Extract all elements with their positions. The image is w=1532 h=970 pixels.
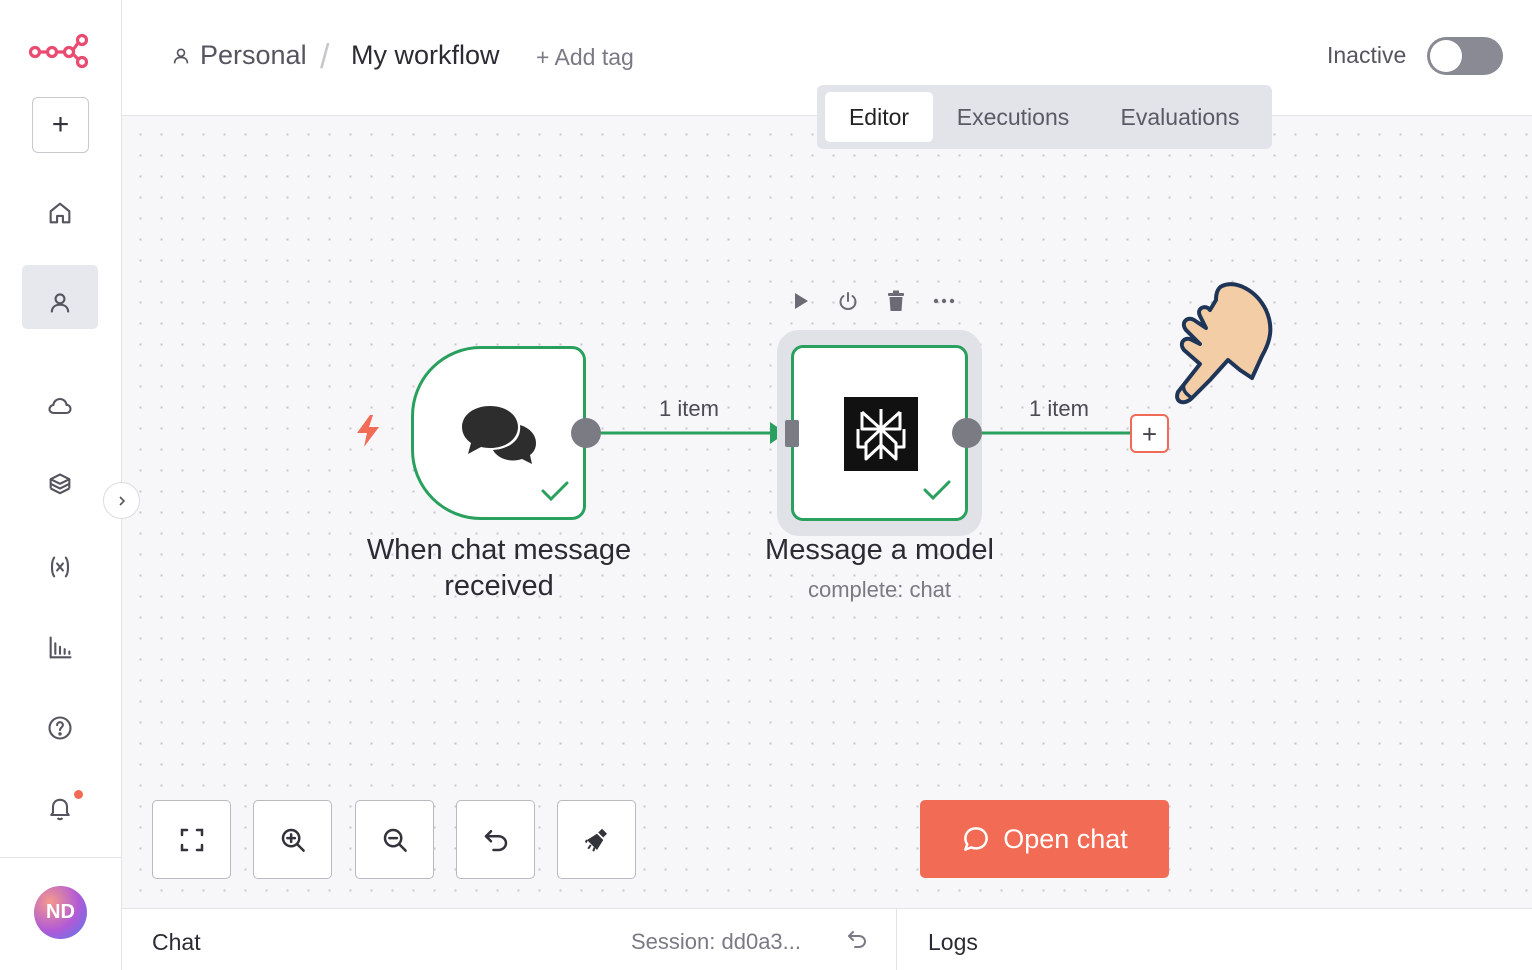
user-icon[interactable]	[30, 278, 90, 328]
breadcrumb-separator: /	[320, 38, 330, 76]
chat-bubble-icon	[964, 827, 989, 851]
panel-divider	[896, 909, 897, 970]
logs-panel-title[interactable]: Logs	[928, 929, 978, 956]
node-label-line-1: When chat message	[366, 534, 632, 566]
power-icon[interactable]	[837, 290, 859, 317]
chat-panel-title[interactable]: Chat	[152, 929, 201, 956]
open-chat-button[interactable]: Open chat	[920, 800, 1169, 878]
output-handle[interactable]	[952, 418, 982, 448]
add-tag-button[interactable]: + Add tag	[536, 44, 634, 71]
cloud-icon[interactable]	[30, 381, 90, 431]
tab-evaluations[interactable]: Evaluations	[1097, 92, 1263, 142]
notification-dot	[74, 790, 83, 799]
zoom-out-icon	[383, 828, 407, 852]
zoom-in-icon	[281, 828, 305, 852]
view-tabs: Editor Executions Evaluations	[817, 85, 1272, 149]
breadcrumb-project-label: Personal	[200, 40, 307, 70]
bottom-panel: Chat Session: dd0a3... Logs	[122, 908, 1532, 970]
tidy-up-icon	[584, 828, 607, 852]
node-chat-trigger[interactable]	[411, 346, 586, 520]
node-message-model-subtitle: complete: chat	[807, 577, 952, 602]
chevron-right-icon[interactable]	[103, 482, 140, 519]
node-message-model-label: Message a model	[765, 534, 994, 566]
edge-label-2: 1 item	[1029, 396, 1089, 421]
add-node-button[interactable]: +	[1130, 414, 1169, 453]
session-id: Session: dd0a3...	[631, 929, 802, 954]
home-icon[interactable]	[30, 188, 90, 238]
input-handle[interactable]	[785, 420, 799, 447]
help-icon[interactable]	[30, 703, 90, 753]
output-handle[interactable]	[571, 418, 601, 448]
reset-session-icon[interactable]	[845, 927, 869, 956]
lightning-icon	[354, 414, 382, 453]
pointer-hand-icon	[1170, 280, 1275, 417]
success-check-icon	[922, 478, 952, 507]
chat-bubbles-icon	[460, 403, 538, 472]
reset-zoom-icon	[484, 829, 507, 851]
box-icon[interactable]	[30, 460, 90, 510]
fit-view-icon	[180, 828, 203, 851]
n8n-logo-icon[interactable]	[28, 30, 90, 75]
workflow-canvas[interactable]: 1 item 1 item When chat message received	[122, 116, 1532, 908]
variables-icon[interactable]	[30, 542, 90, 592]
breadcrumb-project[interactable]: Personal	[170, 40, 307, 71]
tab-executions[interactable]: Executions	[943, 92, 1083, 142]
sidebar-divider	[0, 857, 122, 858]
node-chat-trigger-label: When chat message received	[334, 532, 664, 604]
insights-chart-icon[interactable]	[30, 623, 90, 673]
workflow-name[interactable]: My workflow	[351, 40, 500, 71]
play-icon[interactable]	[790, 290, 812, 317]
avatar[interactable]: ND	[34, 886, 87, 939]
perplexity-logo-icon	[844, 397, 918, 471]
zoom-in-button[interactable]	[253, 800, 332, 879]
more-icon[interactable]	[932, 290, 956, 317]
trash-icon[interactable]	[885, 289, 907, 318]
fit-view-button[interactable]	[152, 800, 231, 879]
tab-editor[interactable]: Editor	[825, 92, 933, 142]
status-label: Inactive	[1327, 42, 1407, 68]
node-message-model[interactable]	[791, 345, 968, 521]
zoom-out-button[interactable]	[355, 800, 434, 879]
create-new-button[interactable]: +	[32, 97, 89, 153]
tidy-up-button[interactable]	[557, 800, 636, 879]
success-check-icon	[540, 479, 570, 508]
sidebar: + ND	[0, 0, 122, 970]
reset-zoom-button[interactable]	[456, 800, 535, 879]
active-toggle[interactable]	[1427, 37, 1503, 75]
open-chat-label: Open chat	[1003, 823, 1128, 854]
edge-label-1: 1 item	[659, 396, 719, 421]
node-label-line-2: received	[444, 570, 554, 602]
user-icon	[173, 47, 189, 63]
